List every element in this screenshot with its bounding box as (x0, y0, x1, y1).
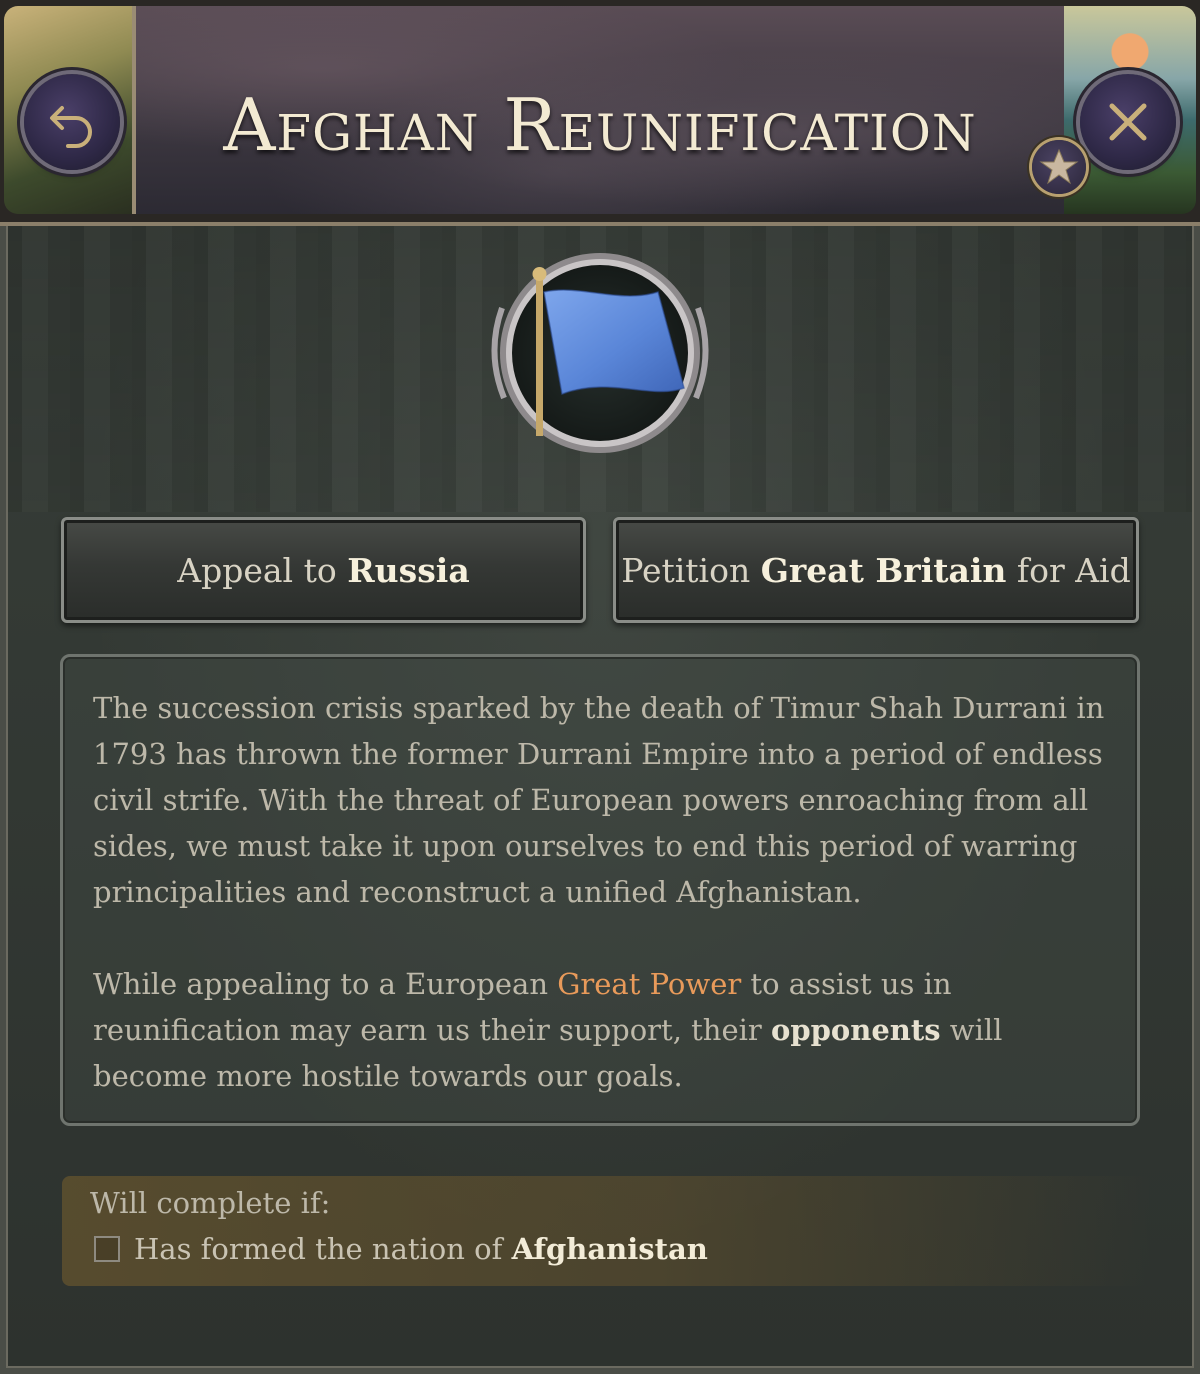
star-icon (1039, 148, 1079, 185)
condition-checkbox[interactable] (94, 1236, 120, 1262)
appeal-russia-prefix: Appeal to (177, 550, 348, 590)
great-power-link[interactable]: Great Power (557, 967, 741, 1001)
page-title: Afghan Reunification (223, 83, 977, 167)
flag-icon (491, 253, 709, 453)
description-paragraph-2: While appealing to a European Great Powe… (93, 961, 1107, 1099)
appeal-to-russia-button[interactable]: Appeal to Russia (61, 517, 586, 623)
petition-britain-country: Great Britain (760, 550, 1007, 590)
back-button[interactable] (24, 74, 120, 170)
favorite-button[interactable] (1032, 140, 1086, 194)
close-button[interactable] (1080, 74, 1176, 170)
description-paragraph-1: The succession crisis sparked by the dea… (93, 691, 1105, 909)
petition-great-britain-button[interactable]: Petition Great Britain for Aid (613, 517, 1139, 623)
petition-britain-prefix: Petition (621, 550, 761, 590)
condition-text: Has formed the nation of (134, 1232, 512, 1266)
opponents-term: opponents (771, 1013, 941, 1047)
journal-panel: Afghan Reunification Appeal to Russia Pe… (0, 0, 1200, 1374)
description-box: The succession crisis sparked by the dea… (60, 654, 1140, 1126)
completion-condition-row: Has formed the nation of Afghanistan (94, 1232, 708, 1266)
completion-heading: Will complete if: (90, 1186, 331, 1220)
appeal-russia-country: Russia (347, 550, 470, 590)
condition-target: Afghanistan (511, 1232, 708, 1266)
close-icon (1109, 103, 1147, 141)
para2-text-a: While appealing to a European (93, 967, 558, 1001)
journal-emblem (480, 248, 720, 458)
back-arrow-icon (50, 106, 92, 148)
petition-britain-suffix: for Aid (1006, 550, 1131, 590)
